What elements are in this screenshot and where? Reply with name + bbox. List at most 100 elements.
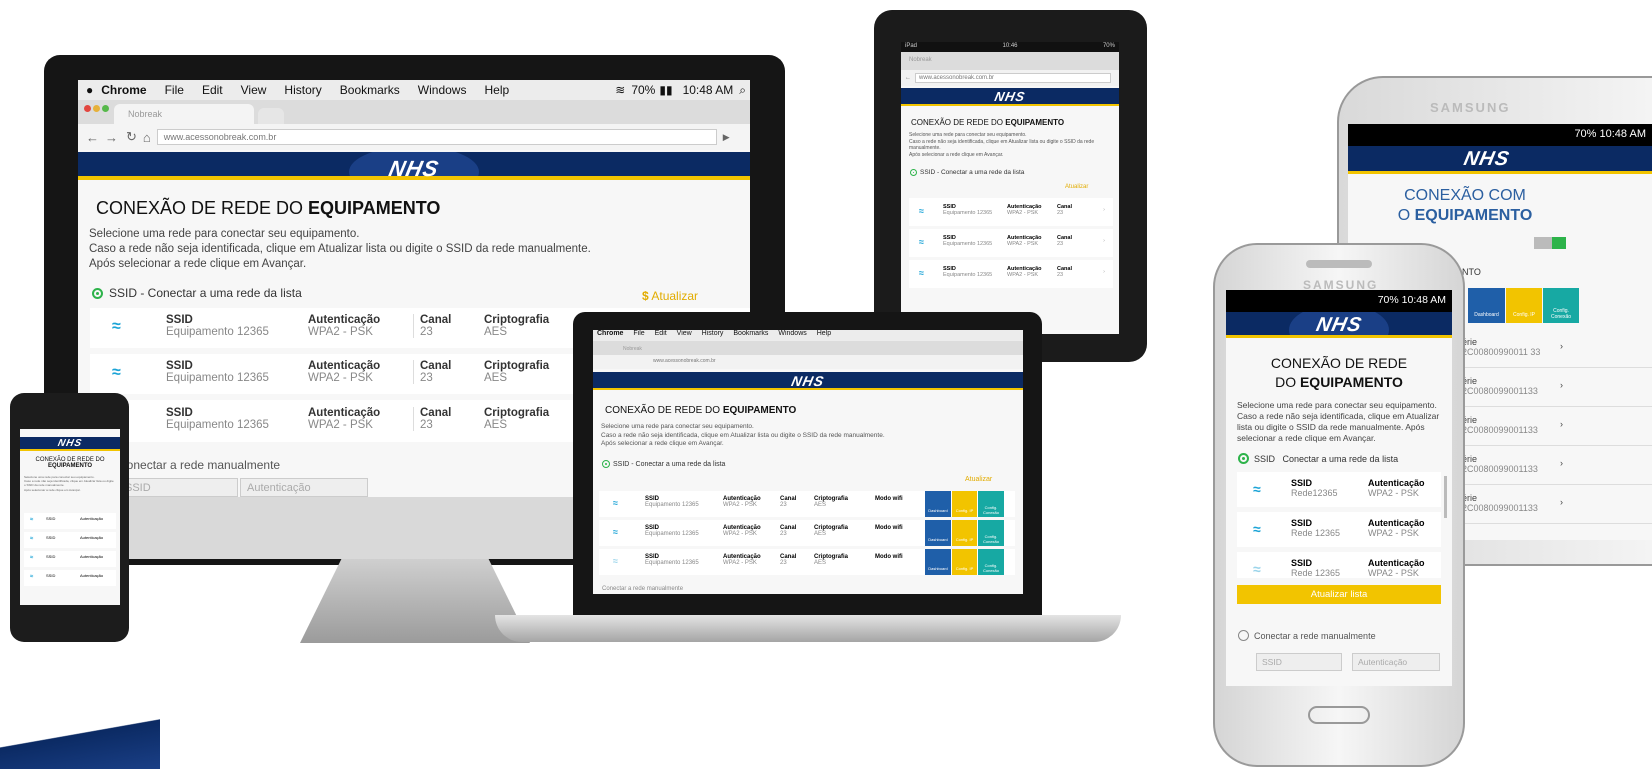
reload-icon[interactable]: ↻: [126, 129, 137, 145]
laptop-menu-history[interactable]: History: [702, 330, 724, 337]
phone-network-row[interactable]: ≈ SSID Rede 12365 Autenticação WPA2 - PSK: [1237, 552, 1441, 578]
browser-tab[interactable]: Nobreak: [114, 104, 254, 124]
manual-connect-option[interactable]: Conectar a rede manualmente: [118, 458, 280, 472]
laptop-menu-windows[interactable]: Windows: [778, 330, 806, 337]
refresh-link[interactable]: $ Atualizar: [642, 289, 698, 303]
back-dashboard-button[interactable]: Dashboard: [1468, 288, 1505, 323]
laptop-refresh-link[interactable]: Atualizar: [965, 476, 992, 483]
config-connection-button[interactable]: Config. Conexão: [978, 520, 1004, 546]
crypto-cell: Criptografia AES: [484, 314, 549, 338]
phone-network-row[interactable]: ≈ SSID Rede12365 Autenticação WPA2 - PSK: [1237, 472, 1441, 507]
small-phone-row[interactable]: ≈ SSID Autenticação: [24, 513, 116, 529]
ssid-list-option[interactable]: SSID - Conectar a uma rede da lista: [92, 286, 302, 300]
laptop-network-row[interactable]: ≈ SSID Equipamento 12365 Autenticação WPA2…: [599, 491, 1015, 517]
front-phone-manual-ssid[interactable]: SSID: [1256, 653, 1342, 671]
laptop-addressbar: www.acessonobreak.com.br: [593, 355, 1023, 369]
front-phone-title: CONEXÃO DE REDE DO EQUIPAMENTO: [1226, 354, 1452, 392]
new-tab-button[interactable]: [258, 108, 284, 124]
manual-ssid-field[interactable]: SSID: [118, 478, 238, 497]
back-config-connection-button[interactable]: Config. Conexão: [1543, 288, 1579, 323]
front-phone-radio-icon[interactable]: [1238, 453, 1249, 464]
serial-row[interactable]: érie 2C0080099001133 ›: [1462, 485, 1652, 524]
ssid-cell: SSID Equipamento 12365: [166, 314, 269, 338]
wifi-signal-icon: ≈: [613, 527, 618, 537]
config-ip-button[interactable]: Config. IP: [952, 520, 977, 546]
tablet-back-icon[interactable]: ←: [905, 75, 911, 81]
laptop-ssid-option[interactable]: SSID - Conectar a uma rede da lista: [602, 460, 725, 468]
nhs-header: NHS: [78, 152, 750, 180]
close-window-icon[interactable]: [84, 105, 91, 112]
tablet-network-row[interactable]: ≈ SSID Equipamento 12365 Autenticação WPA2…: [909, 260, 1113, 288]
radio-selected-icon[interactable]: [92, 287, 103, 299]
config-ip-button[interactable]: Config. IP: [952, 491, 977, 517]
tablet-ssid-option[interactable]: SSID - Conectar a uma rede da lista: [910, 169, 1024, 176]
serial-row[interactable]: érie 2C0080099001133 ›: [1462, 407, 1652, 446]
front-phone-manual-option[interactable]: Conectar a rede manualmente: [1238, 630, 1376, 641]
spotlight-search-icon[interactable]: ⌕: [739, 83, 746, 98]
dashboard-button[interactable]: Dashboard: [925, 549, 951, 575]
play-icon[interactable]: ▶: [723, 132, 730, 143]
phone-ssid-label: SSID: [1291, 518, 1313, 528]
menu-windows[interactable]: Windows: [418, 83, 467, 97]
laptop-network-row[interactable]: ≈ SSID Equipamento 12365 Autenticação WPA2…: [599, 520, 1015, 546]
laptop-description: Selecione uma rede para conectar seu equ…: [601, 423, 1015, 449]
tablet-radio-icon[interactable]: [910, 169, 917, 176]
config-connection-button[interactable]: Config. Conexão: [978, 491, 1004, 517]
laptop-menu-chrome[interactable]: Chrome: [597, 330, 623, 337]
front-phone-ssid-option[interactable]: SSID Conectar a uma rede da lista: [1238, 453, 1398, 464]
laptop-menu-view[interactable]: View: [677, 330, 692, 337]
laptop-radio-icon[interactable]: [602, 460, 610, 468]
front-phone-manual-auth[interactable]: Autenticação: [1352, 653, 1440, 671]
laptop-menu-file[interactable]: File: [633, 330, 644, 337]
menu-edit[interactable]: Edit: [202, 83, 223, 97]
auth-header: Autenticação: [308, 360, 381, 372]
laptop-manual-option[interactable]: Conectar a rede manualmente: [602, 586, 683, 592]
laptop-menu-edit[interactable]: Edit: [655, 330, 667, 337]
back-config-ip-button[interactable]: Config. IP: [1506, 288, 1542, 323]
small-phone-row[interactable]: ≈ SSID Autenticação: [24, 551, 116, 567]
laptop-base: [495, 615, 1121, 642]
laptop-menu-help[interactable]: Help: [817, 330, 831, 337]
laptop-menu-bookmarks[interactable]: Bookmarks: [733, 330, 768, 337]
serial-row[interactable]: érie 2C00800990011 33 ›: [1462, 329, 1652, 368]
menu-bookmarks[interactable]: Bookmarks: [340, 83, 400, 97]
tablet-network-row[interactable]: ≈ SSID Equipamento 12365 Autenticação WPA2…: [909, 198, 1113, 226]
small-phone-row[interactable]: ≈ SSID Autenticação: [24, 570, 116, 586]
serial-row[interactable]: érie 2C0080099001133 ›: [1462, 368, 1652, 407]
laptop-url[interactable]: www.acessonobreak.com.br: [653, 358, 716, 364]
serial-row[interactable]: érie 2C0080099001133 ›: [1462, 446, 1652, 485]
forward-icon[interactable]: →: [105, 130, 118, 145]
laptop-network-row[interactable]: ≈ SSID Equipamento 12365 Autenticação WPA2…: [599, 549, 1015, 575]
laptop-crypto-value: AES: [814, 502, 827, 508]
front-phone-home-button[interactable]: [1308, 706, 1370, 724]
small-phone-row[interactable]: ≈ SSID Autenticação: [24, 532, 116, 548]
back-icon[interactable]: ←: [86, 130, 99, 145]
tablet-tab-title: Nobreak: [909, 57, 932, 63]
back-phone-toggle[interactable]: [1534, 237, 1566, 249]
menu-view[interactable]: View: [241, 83, 267, 97]
phone-ssid-label: SSID: [1291, 558, 1313, 568]
url-field[interactable]: www.acessonobreak.com.br: [156, 129, 717, 145]
refresh-list-button[interactable]: Atualizar lista: [1237, 585, 1441, 604]
config-connection-button[interactable]: Config. Conexão: [978, 549, 1004, 575]
menu-help[interactable]: Help: [484, 83, 509, 97]
maximize-window-icon[interactable]: [102, 105, 109, 112]
home-icon[interactable]: ⌂: [143, 130, 151, 145]
laptop-refresh-label: Atualizar: [965, 476, 993, 483]
front-phone-radio-off-icon[interactable]: [1238, 630, 1249, 641]
dashboard-button[interactable]: Dashboard: [925, 491, 951, 517]
front-phone-scrollbar[interactable]: [1444, 476, 1447, 518]
dashboard-button[interactable]: Dashboard: [925, 520, 951, 546]
phone-network-row[interactable]: ≈ SSID Rede 12365 Autenticação WPA2 - PSK: [1237, 512, 1441, 547]
tablet-network-row[interactable]: ≈ SSID Equipamento 12365 Autenticação WPA2…: [909, 229, 1113, 257]
back-phone-title-plain: O: [1397, 207, 1415, 224]
minimize-window-icon[interactable]: [93, 105, 100, 112]
tablet-url[interactable]: www.acessonobreak.com.br: [915, 73, 1111, 83]
manual-auth-field[interactable]: Autenticação: [240, 478, 368, 497]
tablet-refresh-link[interactable]: Atualizar: [1065, 184, 1088, 190]
menu-chrome[interactable]: Chrome: [101, 83, 146, 97]
menu-file[interactable]: File: [165, 83, 184, 97]
menu-history[interactable]: History: [284, 83, 321, 97]
auth-cell: Autenticação WPA2 - PSK: [308, 314, 380, 338]
config-ip-button[interactable]: Config. IP: [952, 549, 977, 575]
